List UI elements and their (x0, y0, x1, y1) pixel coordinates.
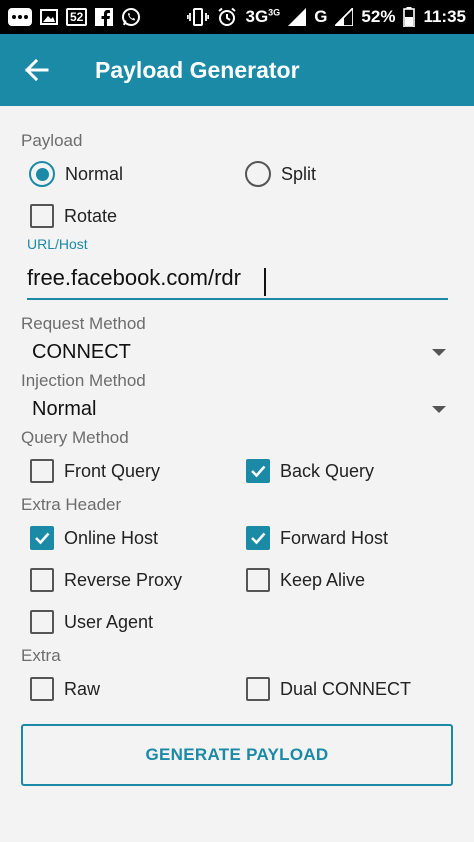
checkbox-unchecked-icon (30, 568, 54, 592)
payload-normal-radio[interactable]: Normal (29, 157, 123, 191)
payload-split-label: Split (281, 163, 317, 184)
network-type-small: 3G (268, 7, 281, 18)
image-icon (40, 7, 58, 27)
user-agent-label: User Agent (64, 611, 154, 632)
checkbox-unchecked-icon (30, 204, 54, 228)
extra-header-label: Extra Header (21, 495, 122, 514)
request-method-select[interactable]: CONNECT (32, 335, 450, 369)
dropdown-arrow-icon (432, 405, 446, 413)
network-type-2: G (314, 7, 328, 26)
checkbox-unchecked-icon (30, 610, 54, 634)
back-query-checkbox[interactable]: Back Query (246, 454, 374, 488)
front-query-label: Front Query (64, 460, 161, 481)
request-method-label: Request Method (21, 314, 146, 333)
user-agent-checkbox[interactable]: User Agent (30, 605, 153, 639)
raw-label: Raw (64, 678, 101, 699)
request-method-value: CONNECT (32, 340, 131, 363)
menu-icon (8, 7, 32, 27)
battery-percent: 52% (361, 7, 396, 26)
radio-unselected-icon (245, 161, 271, 187)
text-cursor (264, 268, 266, 296)
checkbox-checked-icon (30, 526, 54, 550)
url-host-label: URL/Host (27, 236, 88, 252)
page-title: Payload Generator (95, 56, 300, 83)
facebook-icon (95, 7, 114, 27)
injection-method-label: Injection Method (21, 371, 146, 390)
payload-normal-label: Normal (65, 163, 124, 184)
injection-method-select[interactable]: Normal (32, 392, 450, 426)
sim-badge: 52 (70, 10, 84, 24)
online-host-checkbox[interactable]: Online Host (30, 521, 158, 555)
checkbox-checked-icon (246, 526, 270, 550)
back-query-label: Back Query (280, 460, 375, 481)
clock: 11:35 (423, 7, 466, 26)
forward-host-label: Forward Host (280, 527, 389, 548)
checkbox-unchecked-icon (30, 677, 54, 701)
generate-payload-label: GENERATE PAYLOAD (145, 745, 329, 764)
radio-selected-icon (29, 161, 55, 187)
injection-method-value: Normal (32, 397, 97, 420)
extra-section-label: Extra (21, 646, 61, 665)
signal-icon (288, 7, 307, 27)
whatsapp-icon (121, 7, 141, 27)
dual-connect-checkbox[interactable]: Dual CONNECT (246, 672, 411, 706)
payload-section-label: Payload (21, 131, 83, 150)
reverse-proxy-checkbox[interactable]: Reverse Proxy (30, 563, 182, 597)
alarm-icon (217, 7, 237, 27)
app-bar: Payload Generator (0, 34, 474, 106)
sim-icon: 52 (66, 8, 88, 26)
dropdown-arrow-icon (432, 348, 446, 356)
checkbox-unchecked-icon (246, 677, 270, 701)
payload-split-radio[interactable]: Split (245, 157, 316, 191)
signal-icon (335, 7, 354, 27)
forward-host-checkbox[interactable]: Forward Host (246, 521, 388, 555)
query-method-label: Query Method (21, 428, 129, 447)
keep-alive-label: Keep Alive (280, 569, 366, 590)
keep-alive-checkbox[interactable]: Keep Alive (246, 563, 365, 597)
network-type: 3G (245, 7, 269, 26)
front-query-checkbox[interactable]: Front Query (30, 454, 160, 488)
back-button[interactable] (0, 34, 74, 106)
checkbox-unchecked-icon (246, 568, 270, 592)
checkbox-unchecked-icon (30, 459, 54, 483)
url-host-input[interactable] (27, 258, 448, 300)
form-container: Payload Normal Split Rotate URL/Host Req… (0, 106, 474, 842)
arrow-back-icon (25, 59, 49, 81)
raw-checkbox[interactable]: Raw (30, 672, 100, 706)
dual-connect-label: Dual CONNECT (280, 678, 412, 699)
rotate-label: Rotate (64, 205, 118, 226)
vibrate-icon (187, 7, 210, 27)
battery-icon (403, 7, 416, 27)
reverse-proxy-label: Reverse Proxy (64, 569, 183, 590)
checkbox-checked-icon (246, 459, 270, 483)
status-bar: 52 3G3G G 52% 11:35 (0, 0, 474, 34)
generate-payload-button[interactable]: GENERATE PAYLOAD (21, 724, 453, 786)
online-host-label: Online Host (64, 527, 159, 548)
rotate-checkbox[interactable]: Rotate (30, 199, 117, 233)
